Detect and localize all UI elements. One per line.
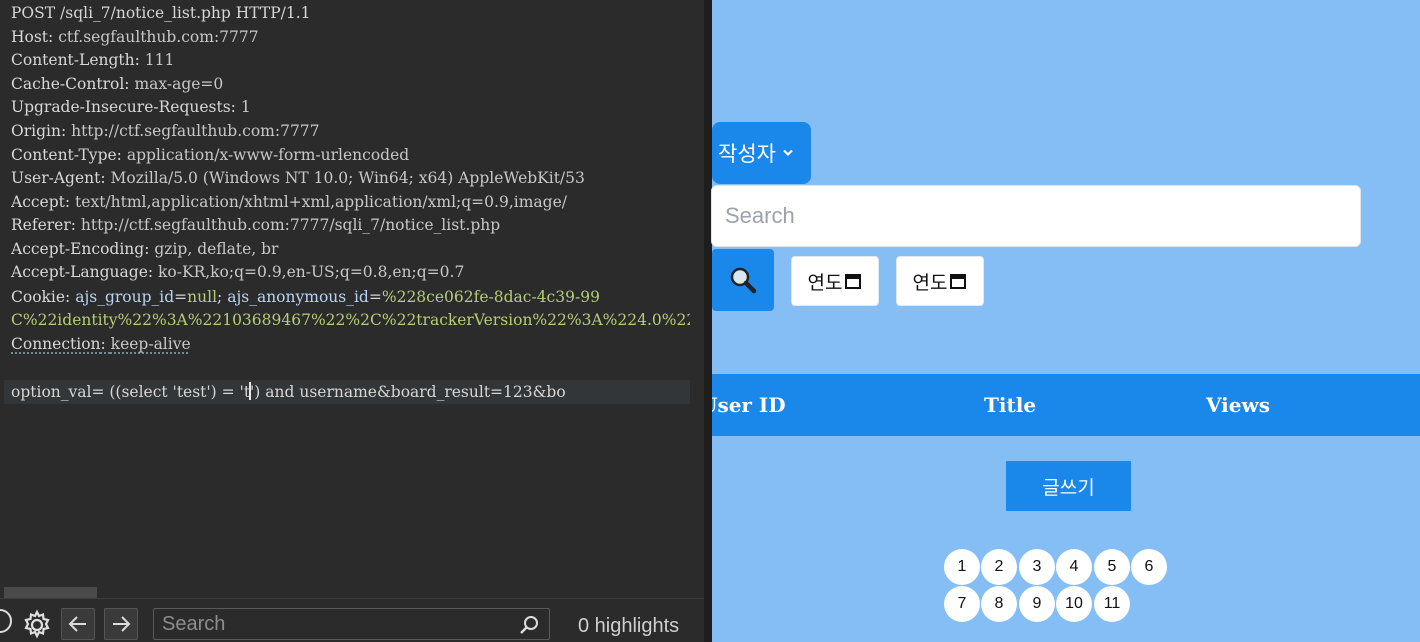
page-button-10[interactable]: 10 — [1056, 586, 1092, 622]
page-button-7[interactable]: 7 — [944, 586, 980, 622]
header-value: http://ctf.segfaulthub.com:7777/sqli_7/n… — [80, 216, 501, 234]
date-end-input[interactable]: 연도 — [896, 256, 984, 306]
header-line: Host: ctf.segfaulthub.com:7777 — [11, 28, 259, 46]
author-select[interactable]: 작성자 — [712, 122, 811, 184]
cookie-value: %228ce062fe-8dac-4c39-99 — [381, 288, 600, 306]
page-button-1[interactable]: 1 — [944, 549, 980, 585]
header-value: text/html,application/xhtml+xml,applicat… — [75, 193, 567, 211]
header-line: Accept: text/html,application/xhtml+xml,… — [11, 193, 567, 211]
header-value: 1 — [240, 98, 251, 116]
header-line: Upgrade-Insecure-Requests: 1 — [11, 98, 251, 116]
pane-splitter[interactable] — [704, 0, 712, 642]
header-key: Content-Length — [11, 51, 135, 69]
horizontal-scrollbar-track[interactable] — [4, 587, 688, 598]
header-line: Origin: http://ctf.segfaulthub.com:7777 — [11, 122, 320, 140]
header-value: gzip, deflate, br — [154, 240, 279, 258]
header-value: application/x-www-form-urlencoded — [126, 146, 410, 164]
search-icon[interactable] — [519, 614, 541, 636]
page-button-11[interactable]: 11 — [1094, 586, 1130, 622]
header-value: keep-alive — [110, 335, 191, 353]
header-line: User-Agent: Mozilla/5.0 (Windows NT 10.0… — [11, 169, 585, 187]
header-line: Cache-Control: max-age=0 — [11, 75, 224, 93]
header-key: Connection — [11, 335, 101, 353]
board-table-header: User ID Title Views — [712, 374, 1420, 436]
page-button-5[interactable]: 5 — [1094, 549, 1130, 585]
cookie-continuation-line: C%22identity%22%3A%22103689467%22%2C%22t… — [11, 308, 690, 332]
arrow-left-icon — [68, 616, 86, 632]
header-value: ctf.segfaulthub.com:7777 — [58, 28, 259, 46]
board-search-input[interactable] — [711, 185, 1361, 247]
calendar-icon[interactable] — [844, 272, 862, 290]
header-line: Accept-Language: ko-KR,ko;q=0.9,en-US;q=… — [11, 263, 465, 281]
column-header-user-id: User ID — [712, 393, 786, 417]
header-line: Content-Type: application/x-www-form-url… — [11, 146, 410, 164]
page-button-6[interactable]: 6 — [1131, 549, 1167, 585]
search-icon — [730, 267, 757, 294]
search-button[interactable] — [712, 249, 774, 311]
header-line: Content-Length: 111 — [11, 51, 175, 69]
write-post-button[interactable]: 글쓰기 — [1006, 461, 1131, 511]
header-line: Connection: keep-alive — [11, 335, 191, 353]
header-key: Accept — [11, 193, 65, 211]
cookie-name: ajs_group_id — [75, 288, 175, 306]
header-value: 111 — [144, 51, 175, 69]
header-value: ko-KR,ko;q=0.9,en-US;q=0.8,en;q=0.7 — [158, 263, 465, 281]
page-button-2[interactable]: 2 — [981, 549, 1017, 585]
request-body-line[interactable]: option_val= ((select 'test') = 't') and … — [4, 380, 690, 404]
header-value: http://ctf.segfaulthub.com:7777 — [71, 122, 320, 140]
column-header-title: Title — [984, 393, 1037, 417]
header-key: Cache-Control — [11, 75, 125, 93]
page-button-8[interactable]: 8 — [981, 586, 1017, 622]
next-match-button[interactable] — [104, 608, 138, 640]
editor-search-input[interactable] — [153, 608, 550, 640]
horizontal-scrollbar-thumb[interactable] — [4, 587, 97, 598]
header-key: Cookie — [11, 288, 66, 306]
request-body-before-caret: option_val= ((select 'test') = 't — [11, 383, 251, 401]
header-value: max-age=0 — [134, 75, 224, 93]
header-key: Host — [11, 28, 49, 46]
header-key: Upgrade-Insecure-Requests — [11, 98, 231, 116]
cookie-header-line: Cookie: ajs_group_id=null; ajs_anonymous… — [11, 288, 600, 306]
previous-match-button[interactable] — [61, 608, 95, 640]
header-line: Accept-Encoding: gzip, deflate, br — [11, 240, 279, 258]
header-line: Referer: http://ctf.segfaulthub.com:7777… — [11, 216, 501, 234]
date-start-input[interactable]: 연도 — [791, 256, 879, 306]
date-end-text: 연도 — [912, 271, 948, 294]
author-select-label: 작성자 — [718, 142, 776, 166]
request-line: POST /sqli_7/notice_list.php HTTP/1.1 — [11, 4, 311, 22]
column-header-views: Views — [1206, 393, 1270, 417]
header-key: Origin — [11, 122, 61, 140]
request-body-after-caret: ') and username&board_result=123&bo — [250, 383, 566, 401]
header-key: Referer — [11, 216, 71, 234]
page-button-4[interactable]: 4 — [1056, 549, 1092, 585]
page-button-9[interactable]: 9 — [1019, 586, 1055, 622]
request-editor-text-area[interactable]: POST /sqli_7/notice_list.php HTTP/1.1 Ho… — [0, 0, 690, 585]
gear-icon[interactable] — [20, 609, 54, 641]
cookie-value: null — [187, 288, 218, 306]
date-start-text: 연도 — [807, 271, 843, 294]
help-icon[interactable] — [0, 609, 12, 633]
header-key: User-Agent — [11, 169, 101, 187]
header-value: Mozilla/5.0 (Windows NT 10.0; Win64; x64… — [110, 169, 585, 187]
arrow-right-icon — [113, 616, 131, 632]
header-key: Content-Type — [11, 146, 117, 164]
header-key: Accept-Language — [11, 263, 148, 281]
highlights-count: 0 highlights — [578, 615, 680, 637]
header-key: Accept-Encoding — [11, 240, 145, 258]
calendar-icon[interactable] — [949, 272, 967, 290]
cookie-value: C%22identity%22%3A%22103689467%22%2C%22t… — [11, 311, 690, 329]
request-editor[interactable]: POST /sqli_7/notice_list.php HTTP/1.1 Ho… — [0, 0, 704, 642]
cookie-name: ajs_anonymous_id — [227, 288, 369, 306]
page-button-3[interactable]: 3 — [1019, 549, 1055, 585]
chevron-down-icon — [783, 149, 793, 157]
